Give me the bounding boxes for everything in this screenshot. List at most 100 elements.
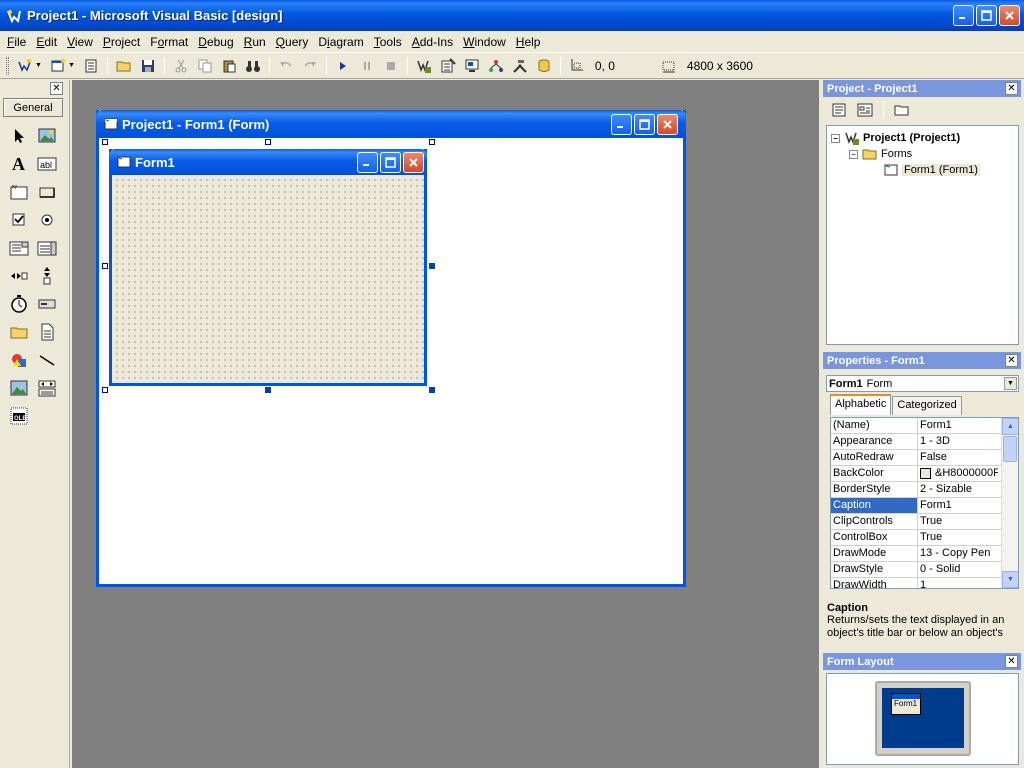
properties-title-bar[interactable]: Properties - Form1 ✕: [823, 352, 1021, 369]
shape-tool[interactable]: [6, 346, 32, 374]
textbox-tool[interactable]: abl: [34, 150, 60, 178]
property-row[interactable]: AutoRedraw False: [831, 450, 1018, 466]
property-value[interactable]: 13 - Copy Pen: [918, 546, 998, 561]
menu-diagram[interactable]: Diagram: [315, 35, 366, 49]
form-designer-window[interactable]: Project1 - Form1 (Form) Form1: [96, 110, 686, 587]
scroll-thumb[interactable]: [1003, 436, 1017, 462]
data-tool[interactable]: [34, 374, 60, 402]
break-button[interactable]: [357, 56, 377, 76]
filelistbox-tool[interactable]: [34, 318, 60, 346]
property-value[interactable]: False: [918, 450, 998, 465]
maximize-button[interactable]: [976, 5, 997, 26]
tree-node-forms-folder[interactable]: − Forms: [849, 146, 912, 162]
form1-title-bar[interactable]: Form1: [109, 149, 427, 175]
property-value[interactable]: 1 - 3D: [918, 434, 998, 449]
find-button[interactable]: [243, 56, 263, 76]
property-value[interactable]: True: [918, 514, 998, 529]
property-row[interactable]: Caption Form1: [831, 498, 1018, 514]
ole-tool[interactable]: OLE: [6, 402, 32, 430]
add-form-button[interactable]: [48, 56, 68, 76]
menu-run[interactable]: Run: [241, 35, 269, 49]
object-browser-button[interactable]: [486, 56, 506, 76]
menu-debug[interactable]: Debug: [195, 35, 236, 49]
commandbutton-tool[interactable]: [34, 178, 60, 206]
checkbox-tool[interactable]: [6, 206, 32, 234]
add-form-dropdown-arrow[interactable]: ▼: [68, 62, 75, 69]
properties-close-button[interactable]: ✕: [1005, 354, 1018, 367]
menu-add-ins[interactable]: Add-Ins: [409, 35, 456, 49]
property-value[interactable]: Form1: [918, 498, 998, 513]
object-selector[interactable]: Form1 Form ▼: [826, 375, 1019, 392]
redo-button[interactable]: [300, 56, 320, 76]
form-layout-close-button[interactable]: ✕: [1005, 655, 1018, 668]
copy-button[interactable]: [195, 56, 215, 76]
toolbar-grip[interactable]: [6, 56, 9, 75]
menu-file[interactable]: File: [4, 35, 29, 49]
hscrollbar-tool[interactable]: [6, 262, 32, 290]
menu-tools[interactable]: Tools: [371, 35, 405, 49]
property-value[interactable]: 1: [918, 578, 998, 588]
properties-window-button[interactable]: [438, 56, 458, 76]
property-row[interactable]: ControlBox True: [831, 530, 1018, 546]
menu-view[interactable]: View: [64, 35, 96, 49]
optionbutton-tool[interactable]: [34, 206, 60, 234]
menu-format[interactable]: Format: [147, 35, 191, 49]
designer-close-button[interactable]: [657, 114, 678, 135]
menu-help[interactable]: Help: [513, 35, 544, 49]
listbox-tool[interactable]: [34, 234, 60, 262]
add-project-dropdown-arrow[interactable]: ▼: [35, 62, 42, 69]
undo-button[interactable]: [276, 56, 296, 76]
frame-tool[interactable]: xy: [6, 178, 32, 206]
collapse-toggle[interactable]: −: [849, 149, 858, 159]
paste-button[interactable]: [219, 56, 239, 76]
form-layout-title-bar[interactable]: Form Layout ✕: [823, 653, 1021, 670]
menu-query[interactable]: Query: [273, 35, 312, 49]
label-tool[interactable]: A: [6, 150, 32, 178]
toggle-folders-button[interactable]: [892, 100, 912, 120]
data-view-button[interactable]: [534, 56, 554, 76]
designer-maximize-button[interactable]: [634, 114, 655, 135]
line-tool[interactable]: [34, 346, 60, 374]
property-value[interactable]: 0 - Solid: [918, 562, 998, 577]
property-row[interactable]: (Name) Form1: [831, 418, 1018, 434]
save-project-button[interactable]: [138, 56, 158, 76]
close-button[interactable]: [999, 5, 1020, 26]
form1-client-grid[interactable]: [112, 175, 424, 383]
main-title-bar[interactable]: Project1 - Microsoft Visual Basic [desig…: [0, 0, 1024, 31]
form-designer-title-bar[interactable]: Project1 - Form1 (Form): [96, 110, 686, 138]
property-row[interactable]: Appearance 1 - 3D: [831, 434, 1018, 450]
combobox-tool[interactable]: [6, 234, 32, 262]
view-code-button[interactable]: [829, 100, 849, 120]
toolbox-general-tab[interactable]: General: [3, 98, 63, 117]
form1-close-button[interactable]: [403, 152, 424, 173]
drivelistbox-tool[interactable]: [34, 290, 60, 318]
open-project-button[interactable]: [114, 56, 134, 76]
scroll-down-button[interactable]: ▼: [1002, 571, 1018, 588]
project-explorer-title-bar[interactable]: Project - Project1 ✕: [823, 80, 1021, 97]
timer-tool[interactable]: [6, 290, 32, 318]
tree-node-form1[interactable]: Form1 (Form1): [883, 162, 980, 178]
image-tool[interactable]: [6, 374, 32, 402]
pointer-tool[interactable]: [6, 122, 32, 150]
property-row[interactable]: DrawStyle 0 - Solid: [831, 562, 1018, 578]
property-row[interactable]: BackColor&H8000000F&: [831, 466, 1018, 482]
tree-node-project[interactable]: − Project1 (Project1): [831, 130, 960, 146]
form1-minimize-button[interactable]: [357, 152, 378, 173]
designer-minimize-button[interactable]: [611, 114, 632, 135]
scroll-up-button[interactable]: ▲: [1002, 418, 1018, 435]
resize-handle-e[interactable]: [429, 263, 435, 269]
resize-handle-se[interactable]: [429, 387, 435, 393]
property-value[interactable]: Form1: [918, 418, 998, 433]
collapse-toggle[interactable]: −: [831, 133, 840, 143]
menu-project[interactable]: Project: [100, 35, 143, 49]
project-explorer-close-button[interactable]: ✕: [1005, 82, 1018, 95]
cut-button[interactable]: [171, 56, 191, 76]
dirlistbox-tool[interactable]: [6, 318, 32, 346]
property-row[interactable]: DrawWidth 1: [831, 578, 1018, 588]
property-value[interactable]: &H8000000F&: [918, 466, 998, 481]
property-value[interactable]: True: [918, 530, 998, 545]
project-explorer-button[interactable]: [414, 56, 434, 76]
picturebox-tool[interactable]: [34, 122, 60, 150]
resize-handle-s[interactable]: [265, 387, 271, 393]
tab-categorized[interactable]: Categorized: [892, 396, 962, 415]
